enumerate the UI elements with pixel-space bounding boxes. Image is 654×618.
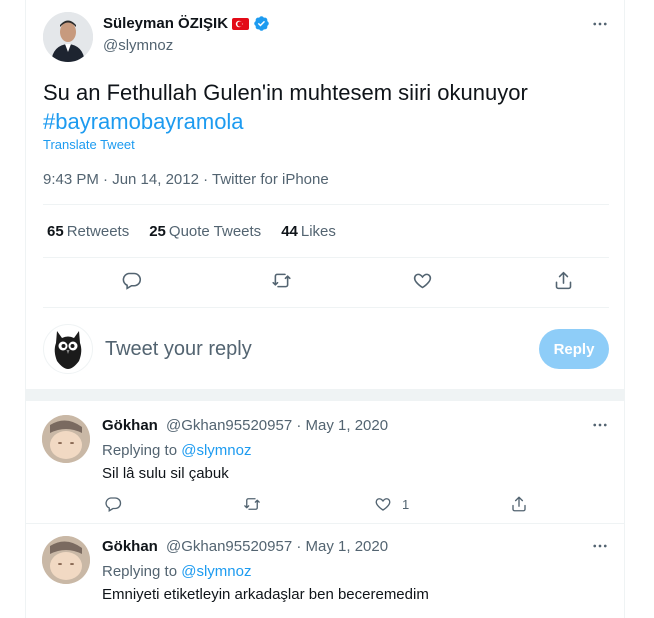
tweet-text: Su an Fethullah Gulen'in muhtesem siiri … <box>43 78 603 136</box>
reply-button[interactable]: Reply <box>539 329 609 369</box>
more-options-icon[interactable] <box>589 14 611 34</box>
reply-text: Sil lâ sulu sil çabuk <box>102 465 229 482</box>
reply-header: Gökhan @Gkhan95520957 · May 1, 2020 <box>102 538 388 555</box>
author-name-row: Süleyman ÖZIŞIK <box>103 15 270 32</box>
reply-author-handle[interactable]: @Gkhan95520957 <box>166 417 292 434</box>
translate-tweet-link[interactable]: Translate Tweet <box>43 137 135 152</box>
author-handle[interactable]: @slymnoz <box>103 37 173 54</box>
author-display-name[interactable]: Süleyman ÖZIŞIK <box>103 15 228 32</box>
compose-reply: Tweet your reply Reply <box>43 324 609 374</box>
reply-tweet[interactable]: Gökhan @Gkhan95520957 · May 1, 2020 Repl… <box>26 403 624 523</box>
user-owl-avatar[interactable] <box>43 324 93 374</box>
more-options-icon[interactable] <box>589 536 611 556</box>
reply-header: Gökhan @Gkhan95520957 · May 1, 2020 <box>102 417 388 434</box>
tweet-thread-frame: Süleyman ÖZIŞIK @slymnoz Su an Fethullah… <box>25 0 625 618</box>
retweet-icon[interactable] <box>269 268 293 292</box>
replying-to: Replying to @slymnoz <box>102 442 252 459</box>
divider <box>43 307 609 308</box>
reply-text: Emniyeti etiketleyin arkadaşlar ben bece… <box>102 586 429 603</box>
quote-tweets-stat[interactable]: 25 Quote Tweets <box>149 223 261 240</box>
turkish-flag-icon <box>232 17 250 30</box>
reply-author-avatar[interactable] <box>42 415 90 463</box>
like-icon <box>375 498 391 511</box>
reply-date[interactable]: · May 1, 2020 <box>296 417 388 434</box>
replying-to-link[interactable]: @slymnoz <box>181 442 251 459</box>
divider <box>43 257 609 258</box>
retweet-icon[interactable] <box>243 494 261 514</box>
replying-to: Replying to @slymnoz <box>102 563 252 580</box>
divider <box>43 204 609 205</box>
reply-actions: 1 <box>102 494 532 516</box>
reply-date[interactable]: · May 1, 2020 <box>296 538 388 555</box>
reply-author-handle[interactable]: @Gkhan95520957 <box>166 538 292 555</box>
like-button[interactable]: 1 <box>374 494 409 514</box>
reply-input[interactable]: Tweet your reply <box>105 338 252 361</box>
reply-author-name[interactable]: Gökhan <box>102 417 158 434</box>
like-count: 1 <box>402 496 410 512</box>
replying-to-link[interactable]: @slymnoz <box>181 563 251 580</box>
share-icon[interactable] <box>510 494 528 514</box>
likes-stat[interactable]: 44 Likes <box>281 223 336 240</box>
tweet-actions <box>43 265 609 295</box>
more-options-icon[interactable] <box>589 415 611 435</box>
reply-author-avatar[interactable] <box>42 536 90 584</box>
author-avatar[interactable] <box>43 12 93 62</box>
reply-tweet[interactable]: Gökhan @Gkhan95520957 · May 1, 2020 Repl… <box>26 524 624 618</box>
reply-icon[interactable] <box>104 494 122 514</box>
reply-author-name[interactable]: Gökhan <box>102 538 158 555</box>
tweet-stats: 65 Retweets 25 Quote Tweets 44 Likes <box>47 223 336 240</box>
reply-icon[interactable] <box>119 268 143 292</box>
like-icon[interactable] <box>410 268 434 292</box>
hashtag-link[interactable]: #bayramobayramola <box>43 107 603 136</box>
tweet-timestamp[interactable]: 9:43 PM · Jun 14, 2012 · Twitter for iPh… <box>43 171 329 188</box>
tweet-text-main: Su an Fethullah Gulen'in muhtesem siiri … <box>43 80 528 105</box>
section-separator <box>26 389 624 401</box>
share-icon[interactable] <box>551 268 575 292</box>
retweets-stat[interactable]: 65 Retweets <box>47 223 129 240</box>
verified-badge-icon <box>253 15 270 32</box>
